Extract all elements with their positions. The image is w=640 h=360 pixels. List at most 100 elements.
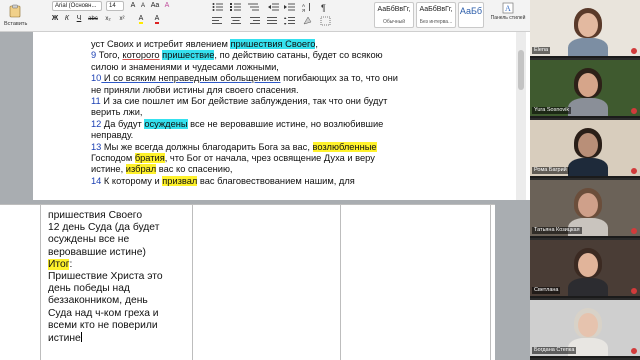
style-normal-label: Обычный xyxy=(382,19,406,25)
multilevel-list-icon[interactable] xyxy=(248,2,260,12)
align-left-icon[interactable] xyxy=(212,16,224,26)
participant-tile[interactable]: Yura Sosnovik xyxy=(530,60,640,118)
list-numbers-icon[interactable] xyxy=(230,2,242,12)
highlighted-text: осуждены xyxy=(144,118,188,129)
video-participants-panel: Elena Yura Sosnovik Рома Багрий Татьяна Коз… xyxy=(530,0,640,360)
text-run: Суда над ч-ком греха и xyxy=(48,307,159,319)
participant-tile[interactable]: Татьяна Козицкая xyxy=(530,180,640,238)
subscript-button[interactable]: x₂ xyxy=(102,14,114,24)
text-run: уст Своих и истребит явлением xyxy=(91,39,231,49)
text-run: неправду. xyxy=(91,130,134,141)
text-run: силою и знамениями и чудесами ложными, xyxy=(91,61,279,72)
grow-font-button[interactable]: A xyxy=(128,1,138,11)
highlighted-text: Итог xyxy=(48,258,70,270)
highlighted-text: братия xyxy=(134,152,165,163)
text-run: , что Бог от начала, чрез освящение Духа… xyxy=(164,152,375,163)
document-view-lower: пришествия Своего 12 день Суда (да будет … xyxy=(0,200,530,360)
document-page-lower[interactable]: пришествия Своего 12 день Суда (да будет … xyxy=(0,204,495,360)
underlined-text: И со всяким неправедным обольщением xyxy=(101,73,281,84)
participant-name: Yura Sosnovik xyxy=(532,107,572,114)
text-run: верить лжи, xyxy=(91,107,143,118)
highlight-color-button[interactable]: A xyxy=(136,14,146,24)
verse-line: истине, избрал вас ко спасению, xyxy=(91,164,436,175)
strikethrough-button[interactable]: abc xyxy=(86,14,100,24)
muted-mic-icon xyxy=(631,48,637,54)
pilcrow-icon[interactable]: ¶ xyxy=(320,2,330,12)
participant-tile[interactable]: Рома Багрий xyxy=(530,120,640,178)
change-case-button[interactable]: Aa xyxy=(150,1,160,11)
verse-number: 13 xyxy=(91,141,102,152)
scroll-thumb[interactable] xyxy=(518,50,524,90)
muted-mic-icon xyxy=(631,288,637,294)
decrease-indent-icon[interactable] xyxy=(268,2,280,12)
participant-name: Рома Багрий xyxy=(532,167,569,174)
font-name-select[interactable]: Arial (Основн... xyxy=(52,1,102,11)
font-size-select[interactable]: 14 xyxy=(106,1,124,11)
participant-name: Татьяна Козицкая xyxy=(532,227,582,234)
text-run: все не веровавшие истине, но возлюбившие xyxy=(187,118,384,129)
text-run: день победы над xyxy=(48,283,130,295)
styles-pane-button[interactable]: A Панель стилей xyxy=(490,2,526,28)
verse-line: 11 И за сие пошлет им Бог действие заблу… xyxy=(91,96,436,107)
svg-text:A: A xyxy=(505,4,511,13)
paste-label: Вставить xyxy=(4,21,28,27)
font-color-button[interactable]: A xyxy=(152,14,162,24)
paste-button[interactable]: Вставить xyxy=(4,4,27,27)
increase-indent-icon[interactable] xyxy=(284,2,296,12)
justify-icon[interactable] xyxy=(266,16,278,26)
participant-face xyxy=(578,13,598,37)
document-page-upper[interactable]: уст Своих и истребит явлением пришествия… xyxy=(33,32,530,200)
underline-button[interactable]: Ч xyxy=(74,14,84,24)
note-line: 12 день Суда (да будет xyxy=(48,222,190,234)
word-ribbon: Вставить Arial (Основн... 14 A A Aa A Ж … xyxy=(0,0,530,32)
verse-line: 12 Да будут осуждены все не веровавшие и… xyxy=(91,118,436,130)
italic-button[interactable]: К xyxy=(62,14,72,24)
verse-line: силою и знамениями и чудесами ложными, xyxy=(91,62,436,73)
style-nospacing-label: Без интерва... xyxy=(419,19,453,25)
borders-icon[interactable] xyxy=(320,16,332,26)
lower-text-body[interactable]: пришествия Своего 12 день Суда (да будет … xyxy=(48,210,190,344)
shading-icon[interactable] xyxy=(302,16,314,26)
note-line: осуждены все не xyxy=(48,234,190,246)
screen: Вставить Arial (Основн... 14 A A Aa A Ж … xyxy=(0,0,640,360)
align-right-icon[interactable] xyxy=(248,16,260,26)
upper-text-body[interactable]: уст Своих и истребит явлением пришествия… xyxy=(91,39,436,187)
superscript-button[interactable]: x² xyxy=(116,14,128,24)
participant-tile[interactable]: Elena xyxy=(530,0,640,58)
list-bullets-icon[interactable] xyxy=(212,2,224,12)
align-center-icon[interactable] xyxy=(230,16,242,26)
style-heading[interactable]: АаБб xyxy=(458,2,484,28)
line-spacing-icon[interactable] xyxy=(284,16,296,26)
clear-format-icon[interactable]: A xyxy=(162,1,172,11)
vertical-scrollbar[interactable] xyxy=(516,32,526,200)
shrink-font-button[interactable]: A xyxy=(138,1,148,11)
participant-face xyxy=(578,313,598,337)
text-run: веровавшие истине) xyxy=(48,246,146,258)
note-line: веровавшие истине) xyxy=(48,247,190,259)
paragraph-group: AЯ ¶ xyxy=(212,2,362,28)
text-run: Господом xyxy=(91,152,135,163)
note-line: Пришествие Христа это xyxy=(48,271,190,283)
verse-line: Господом братия, что Бог от начала, чрез… xyxy=(91,152,436,164)
verse-line: не приняли любви истины для своего спасе… xyxy=(91,85,436,96)
styles-pane-icon: A xyxy=(502,2,514,14)
underlined-text: которого xyxy=(122,50,160,61)
style-normal-sample: АаБбВвГг, xyxy=(377,6,411,13)
highlighted-text: пришествия Своего xyxy=(230,39,316,49)
participant-tile[interactable]: Богдана Степка xyxy=(530,300,640,358)
participant-face xyxy=(578,253,598,277)
participant-tile[interactable]: Светлана xyxy=(530,240,640,298)
verse-number: 14 xyxy=(91,175,102,186)
participant-face xyxy=(578,193,598,217)
clipboard-icon xyxy=(9,4,21,18)
style-normal[interactable]: АаБбВвГг, Обычный xyxy=(374,2,414,28)
text-run: , xyxy=(315,39,319,49)
participant-silhouette xyxy=(568,38,608,56)
style-nospacing-sample: АаБбВвГг, xyxy=(419,6,453,13)
note-line: истине xyxy=(48,331,190,344)
highlight-letter: A xyxy=(138,15,144,24)
table-column-border xyxy=(40,204,41,360)
sort-icon[interactable]: AЯ xyxy=(302,2,314,12)
bold-button[interactable]: Ж xyxy=(50,14,60,24)
style-no-spacing[interactable]: АаБбВвГг, Без интерва... xyxy=(416,2,456,28)
